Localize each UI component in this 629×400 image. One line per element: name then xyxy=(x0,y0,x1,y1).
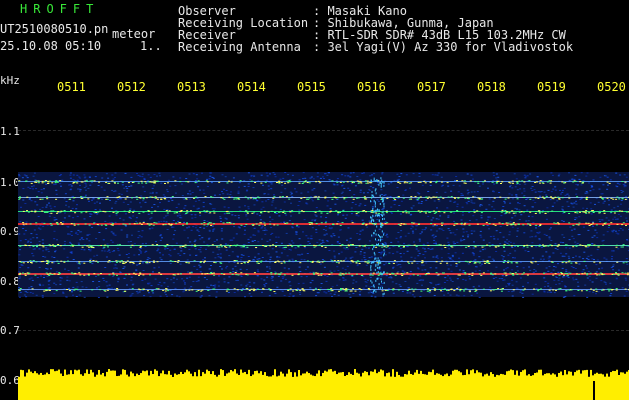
spectrogram-canvas xyxy=(18,172,629,400)
page-index: 1.. xyxy=(140,39,162,53)
timestamp: 25.10.08 05:10 xyxy=(0,39,102,53)
app-brand: HROFFT xyxy=(20,2,100,16)
amplitude-strip xyxy=(18,377,629,400)
info-label-antenna: Receiving Antenna xyxy=(178,40,301,54)
freq-label: 1.0 xyxy=(0,176,20,189)
carrier-line xyxy=(18,223,629,225)
freq-label: 1.1 xyxy=(0,125,20,138)
freq-label: 0.9 xyxy=(0,225,20,238)
time-tick: 0517 xyxy=(417,80,446,94)
time-tick: 0513 xyxy=(177,80,206,94)
carrier-line xyxy=(18,289,629,290)
time-tick: 0515 xyxy=(297,80,326,94)
freq-label: 0.6 xyxy=(0,374,20,387)
time-tick: 0518 xyxy=(477,80,506,94)
time-tick: 0514 xyxy=(237,80,266,94)
time-tick: 0512 xyxy=(117,80,146,94)
time-tick: 0520 xyxy=(597,80,626,94)
freq-label: 0.8 xyxy=(0,275,20,288)
time-tick: 0516 xyxy=(357,80,386,94)
image-filename: UT2510080510.pn xyxy=(0,22,109,36)
info-value-antenna: : 3el Yagi(V) Az 330 for Vladivostok xyxy=(313,40,574,54)
time-tick: 0519 xyxy=(537,80,566,94)
spectrogram xyxy=(18,95,629,400)
freq-unit-label: kHz xyxy=(0,74,20,87)
carrier-line xyxy=(18,245,629,246)
time-tick: 0511 xyxy=(57,80,86,94)
carrier-line xyxy=(18,197,629,198)
freq-label: 0.7 xyxy=(0,324,20,337)
